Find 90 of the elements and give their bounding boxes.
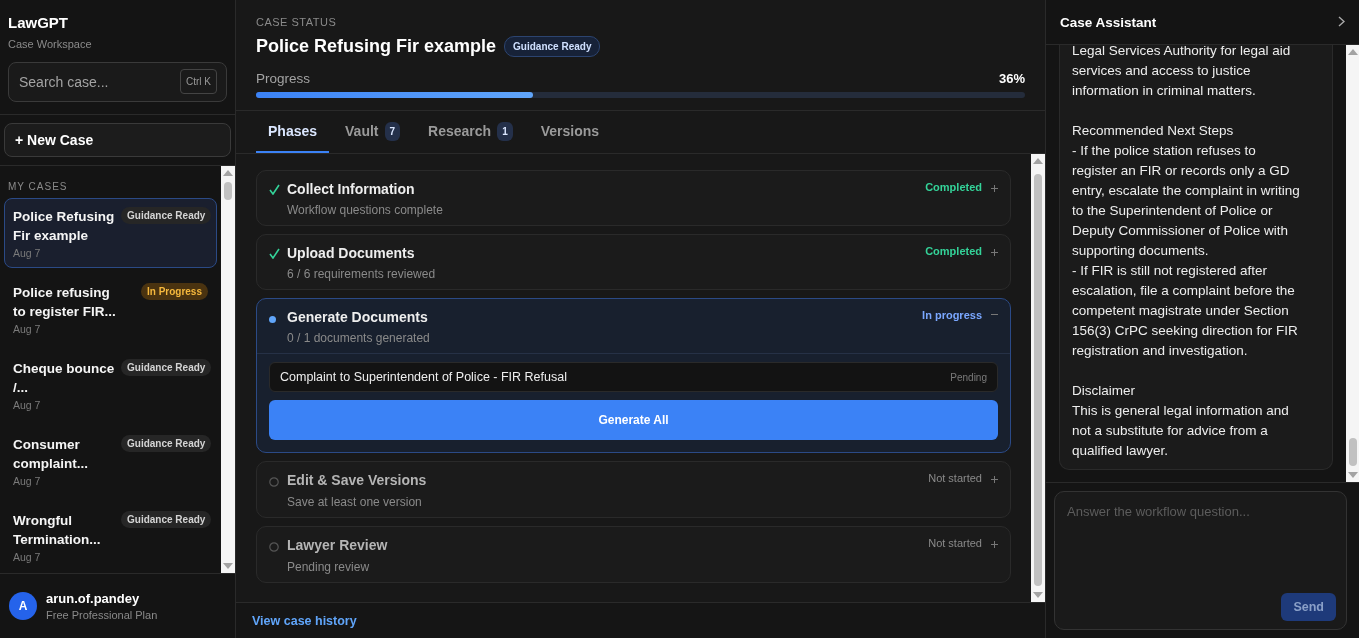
document-name: Complaint to Superintendent of Police - FIR Refusal: [280, 370, 567, 384]
phase-detail: 6 / 6 requirements reviewed: [287, 267, 436, 281]
phase-status: In progress: [922, 309, 982, 321]
scroll-up-icon[interactable]: [1033, 158, 1043, 164]
check-icon: [269, 184, 280, 195]
circle-icon: [269, 477, 279, 487]
new-case-button[interactable]: + New Case: [4, 123, 231, 157]
section-label: MY CASES: [8, 181, 68, 192]
user-name: arun.of.pandey: [46, 591, 140, 606]
case-title: Police refusing to register FIR...: [13, 284, 117, 321]
phase-status: Completed: [925, 245, 982, 257]
case-date: Aug 7: [13, 323, 41, 335]
case-title: Cheque bounce /...: [13, 360, 116, 397]
count-badge: 1: [497, 121, 513, 141]
phase-status: Not started: [928, 472, 982, 484]
phase-card[interactable]: Collect Information Completed Workflow questions complete: [256, 170, 1011, 226]
scrollbar-thumb[interactable]: [224, 182, 232, 200]
message-paragraph: Disclaimer This is general legal information and not a substitute for advice from a qualified lawyer.: [1072, 382, 1290, 460]
app-subtitle: Case Workspace: [8, 38, 92, 50]
phase-status: Completed: [925, 181, 982, 193]
tab[interactable]: Research 1: [416, 111, 525, 153]
phase-title: Collect Information: [287, 181, 416, 197]
dot-icon: [269, 316, 276, 323]
case-item[interactable]: Wrongful Termination... Guidance Ready Aug 7: [4, 502, 217, 572]
phase-title: Lawyer Review: [287, 537, 389, 553]
scrollbar[interactable]: [1346, 45, 1359, 482]
status-badge: Guidance Ready: [121, 359, 212, 376]
scroll-up-icon[interactable]: [1347, 49, 1358, 55]
phase-detail: Pending review: [287, 560, 370, 574]
user-plan: Free Professional Plan: [46, 609, 158, 621]
scroll-up-icon[interactable]: [223, 170, 233, 176]
case-item[interactable]: Consumer complaint... Guidance Ready Aug 7: [4, 426, 217, 496]
case-item[interactable]: Police Refusing Fir example Guidance Ready Aug 7: [4, 198, 217, 268]
panel-title: Case Assistant: [1060, 14, 1157, 30]
case-item[interactable]: Cheque bounce /... Guidance Ready Aug 7: [4, 350, 217, 420]
scroll-down-icon[interactable]: [1033, 592, 1043, 598]
phase-title: Generate Documents: [287, 309, 429, 325]
status-badge: Guidance Ready: [121, 435, 212, 452]
plus-icon[interactable]: [991, 476, 998, 483]
case-title: Consumer complaint...: [13, 436, 89, 473]
phase-card[interactable]: Upload Documents Completed 6 / 6 requirements reviewed: [256, 234, 1011, 290]
case-title: Police Refusing Fir example: [13, 208, 116, 245]
status-badge: In Progress: [140, 283, 208, 300]
status-badge: Guidance Ready: [504, 36, 601, 57]
case-item[interactable]: Police refusing to register FIR... In Progress Aug 7: [4, 274, 217, 344]
check-icon: [269, 248, 280, 259]
section-label: CASE STATUS: [256, 16, 337, 28]
plus-icon[interactable]: [991, 249, 998, 256]
generate-all-button[interactable]: Generate All: [269, 400, 998, 440]
phase-detail: Save at least one version: [287, 495, 422, 509]
case-date: Aug 7: [13, 247, 41, 259]
case-title: Wrongful Termination...: [13, 512, 102, 549]
phase-status: Not started: [928, 537, 982, 549]
plus-icon[interactable]: [991, 541, 998, 548]
status-badge: Guidance Ready: [121, 511, 212, 528]
count-badge: 7: [384, 121, 401, 141]
scrollbar[interactable]: [221, 166, 235, 573]
message-paragraph: Legal Services Authority for legal aid services and access to justice information in criminal matters.: [1072, 45, 1292, 100]
phase-title: Upload Documents: [287, 245, 416, 261]
case-date: Aug 7: [13, 475, 41, 487]
shortcut-hint: Ctrl K: [180, 69, 217, 94]
scrollbar[interactable]: [1031, 154, 1045, 602]
case-history-link[interactable]: View case history: [252, 613, 357, 628]
case-date: Aug 7: [13, 399, 41, 411]
progress-value: 36%: [998, 71, 1025, 86]
minus-icon[interactable]: [991, 313, 998, 316]
tab[interactable]: Vault 7: [333, 111, 413, 153]
scrollbar-thumb[interactable]: [1034, 174, 1042, 586]
case-date: Aug 7: [13, 551, 41, 563]
chevron-right-icon[interactable]: [1338, 16, 1345, 27]
status-badge: Guidance Ready: [121, 207, 212, 224]
scrollbar-thumb[interactable]: [1348, 438, 1357, 466]
tab[interactable]: Versions: [528, 111, 612, 153]
tab[interactable]: Phases: [256, 111, 330, 153]
phase-title: Edit & Save Versions: [287, 472, 428, 488]
user-avatar: A: [9, 592, 37, 620]
phase-card[interactable]: Generate Documents In progress 0 / 1 documents generated Complaint to Superintendent of Police - FIR Refusal Pending Generate All: [256, 298, 1011, 453]
plus-icon[interactable]: [991, 185, 998, 192]
scroll-down-icon[interactable]: [1347, 472, 1358, 478]
phase-detail: Workflow questions complete: [287, 203, 443, 217]
case-title: Police Refusing Fir example: [256, 36, 497, 57]
phase-detail: 0 / 1 documents generated: [287, 331, 430, 345]
phase-card[interactable]: Lawyer Review Not started Pending review: [256, 526, 1011, 583]
document-status: Pending: [950, 371, 987, 383]
message-paragraph: Recommended Next Steps - If the police station refuses to register an FIR or records only a GD entry, escalate the complaint in writing to the Superintendent of Police or Deputy Commissioner of Police with supporting documents. - If FIR is still not registered after escalation, file a complaint before the competent magistrate under Section 156(3) CrPC seeking direction for FIR registration and investigation.: [1072, 122, 1301, 360]
scroll-down-icon[interactable]: [223, 563, 233, 569]
phase-card[interactable]: Edit & Save Versions Not started Save at least one version: [256, 461, 1011, 518]
app-title: LawGPT: [8, 14, 68, 31]
progress-label: Progress: [256, 71, 311, 86]
circle-icon: [269, 542, 279, 552]
